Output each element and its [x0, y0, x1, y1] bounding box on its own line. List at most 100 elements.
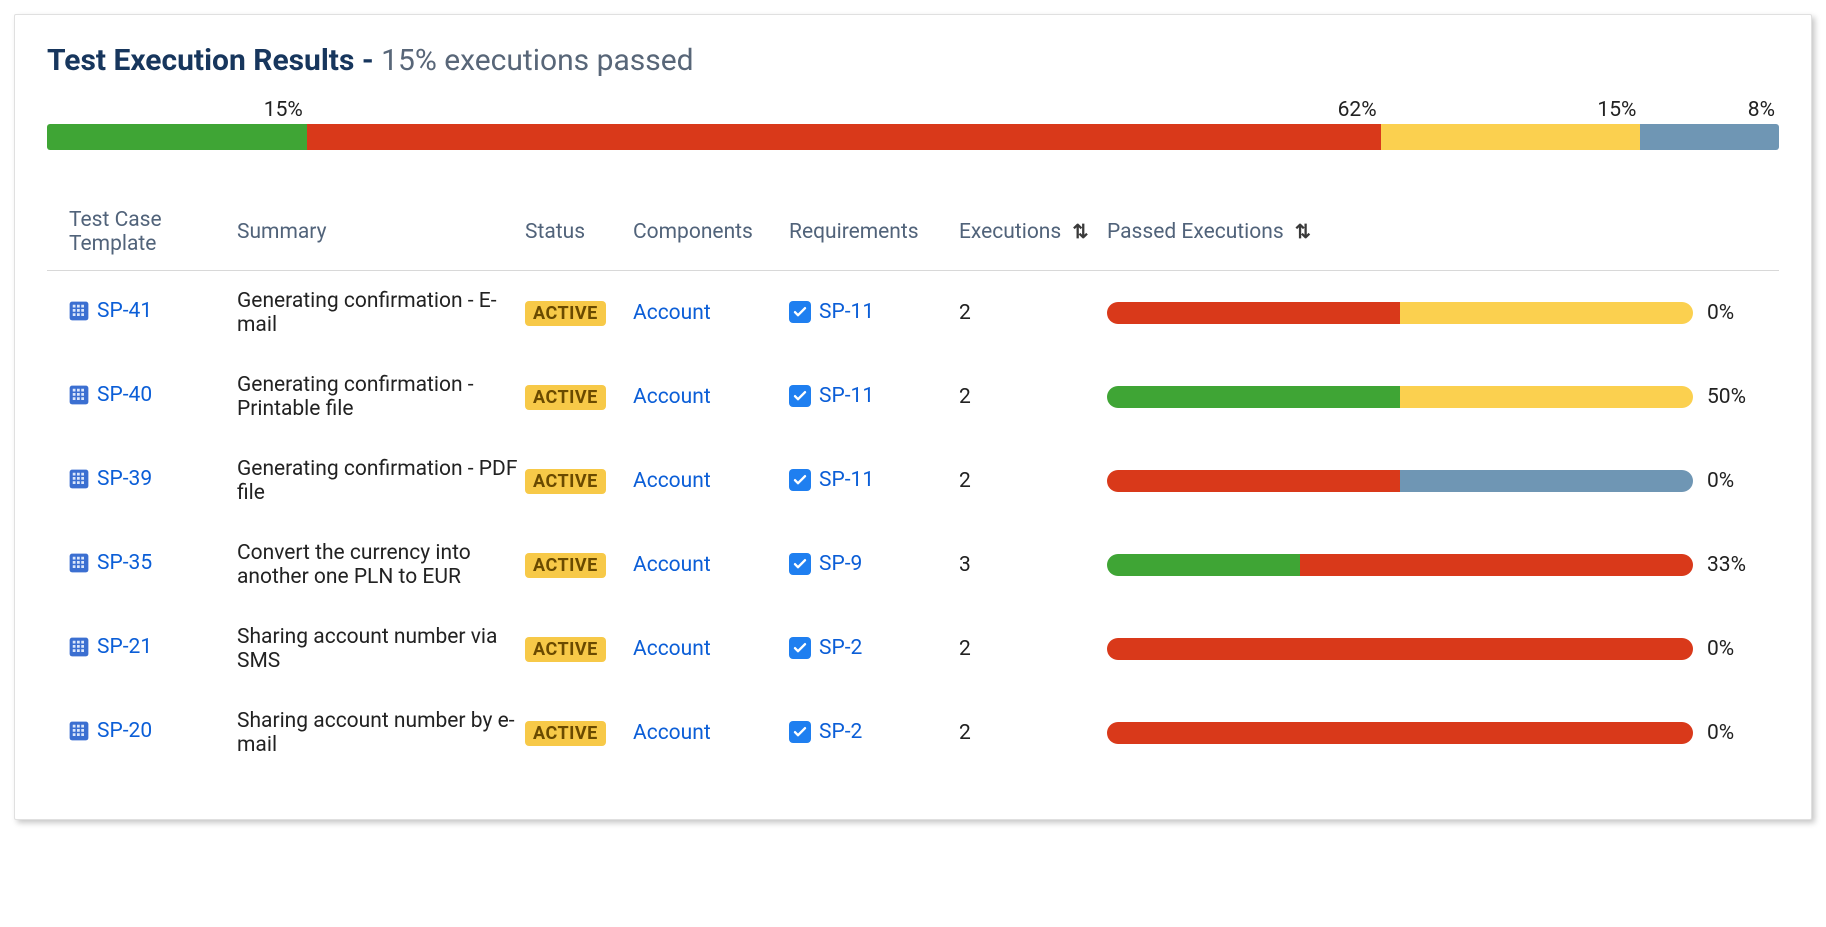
passed-executions-bar	[1107, 722, 1693, 744]
test-case-icon	[69, 469, 89, 489]
requirement-link[interactable]: SP-2	[789, 720, 862, 744]
checkbox-icon	[789, 301, 811, 323]
passed-pct-cell: 0%	[1707, 721, 1779, 745]
col-header-requirements[interactable]: Requirements	[789, 220, 959, 244]
status-badge: ACTIVE	[525, 301, 606, 326]
results-table: Test Case Template Summary Status Compon…	[47, 200, 1779, 775]
passed-executions-bar	[1107, 302, 1693, 324]
requirement-id: SP-2	[819, 720, 862, 744]
overall-segment-label: 15%	[47, 98, 307, 124]
bar-segment	[1300, 554, 1693, 576]
component-link[interactable]: Account	[633, 637, 711, 661]
table-row: SP-40 Generating confirmation - Printable…	[47, 355, 1779, 439]
test-case-icon	[69, 721, 89, 741]
passed-pct-cell: 50%	[1707, 385, 1779, 409]
col-header-passed[interactable]: Passed Executions ⇅	[1107, 220, 1779, 244]
test-case-link[interactable]: SP-40	[69, 383, 152, 407]
passed-pct-cell: 33%	[1707, 553, 1779, 577]
bar-segment	[1107, 302, 1400, 324]
component-link[interactable]: Account	[633, 721, 711, 745]
test-case-link[interactable]: SP-39	[69, 467, 152, 491]
bar-segment	[1400, 302, 1693, 324]
checkbox-icon	[789, 469, 811, 491]
overall-segment	[1381, 124, 1641, 150]
requirement-link[interactable]: SP-9	[789, 552, 862, 576]
executions-cell: 3	[959, 553, 1107, 577]
passed-executions-bar	[1107, 638, 1693, 660]
test-case-link[interactable]: SP-20	[69, 719, 152, 743]
requirement-link[interactable]: SP-11	[789, 468, 874, 492]
passed-pct-cell: 0%	[1707, 301, 1779, 325]
checkbox-icon	[789, 385, 811, 407]
col-header-executions-label: Executions	[959, 220, 1061, 244]
test-case-icon	[69, 385, 89, 405]
bar-segment	[1400, 470, 1693, 492]
summary-cell: Convert the currency into another one PL…	[237, 541, 525, 589]
requirement-id: SP-11	[819, 468, 874, 492]
col-header-components[interactable]: Components	[633, 220, 789, 244]
status-badge: ACTIVE	[525, 553, 606, 578]
test-case-id: SP-40	[97, 383, 152, 407]
test-case-link[interactable]: SP-41	[69, 299, 152, 323]
passed-pct-cell: 0%	[1707, 469, 1779, 493]
overall-segment-label: 62%	[307, 98, 1381, 124]
test-case-id: SP-41	[97, 299, 152, 323]
col-header-template[interactable]: Test Case Template	[47, 208, 237, 256]
summary-cell: Generating confirmation - E-mail	[237, 289, 525, 337]
requirement-link[interactable]: SP-11	[789, 384, 874, 408]
component-link[interactable]: Account	[633, 301, 711, 325]
summary-cell: Sharing account number via SMS	[237, 625, 525, 673]
checkbox-icon	[789, 721, 811, 743]
test-case-link[interactable]: SP-21	[69, 635, 152, 659]
executions-cell: 2	[959, 385, 1107, 409]
sort-icon[interactable]: ⇅	[1072, 220, 1088, 243]
bar-segment	[1107, 638, 1693, 660]
passed-executions-bar	[1107, 386, 1693, 408]
test-case-id: SP-20	[97, 719, 152, 743]
test-case-id: SP-21	[97, 635, 152, 659]
test-case-link[interactable]: SP-35	[69, 551, 152, 575]
summary-cell: Generating confirmation - Printable file	[237, 373, 525, 421]
test-case-id: SP-39	[97, 467, 152, 491]
requirement-id: SP-9	[819, 552, 862, 576]
col-header-status[interactable]: Status	[525, 220, 633, 244]
requirement-link[interactable]: SP-11	[789, 300, 874, 324]
bar-segment	[1107, 554, 1300, 576]
test-case-icon	[69, 301, 89, 321]
sort-icon[interactable]: ⇅	[1295, 220, 1311, 243]
bar-segment	[1107, 470, 1400, 492]
passed-executions-bar	[1107, 554, 1693, 576]
bar-segment	[1107, 386, 1400, 408]
col-header-passed-label: Passed Executions	[1107, 220, 1284, 244]
overall-progress: 15%62%15%8%	[47, 98, 1779, 150]
component-link[interactable]: Account	[633, 385, 711, 409]
page-title-sub: 15% executions passed	[381, 43, 693, 78]
checkbox-icon	[789, 637, 811, 659]
component-link[interactable]: Account	[633, 469, 711, 493]
test-case-icon	[69, 553, 89, 573]
requirement-id: SP-2	[819, 636, 862, 660]
overall-segment-label: 15%	[1381, 98, 1641, 124]
col-header-executions[interactable]: Executions ⇅	[959, 220, 1107, 244]
requirement-link[interactable]: SP-2	[789, 636, 862, 660]
passed-pct-cell: 0%	[1707, 637, 1779, 661]
checkbox-icon	[789, 553, 811, 575]
table-row: SP-41 Generating confirmation - E-mailACT…	[47, 271, 1779, 355]
overall-segment	[307, 124, 1381, 150]
overall-segment	[1640, 124, 1779, 150]
table-row: SP-20Sharing account number by e-mailACT…	[47, 691, 1779, 775]
overall-segment-label: 8%	[1640, 98, 1779, 124]
component-link[interactable]: Account	[633, 553, 711, 577]
page-title-main: Test Execution Results	[47, 43, 354, 78]
requirement-id: SP-11	[819, 384, 874, 408]
executions-cell: 2	[959, 637, 1107, 661]
executions-cell: 2	[959, 469, 1107, 493]
status-badge: ACTIVE	[525, 469, 606, 494]
summary-cell: Sharing account number by e-mail	[237, 709, 525, 757]
col-header-summary[interactable]: Summary	[237, 220, 525, 244]
executions-cell: 2	[959, 721, 1107, 745]
requirement-id: SP-11	[819, 300, 874, 324]
test-execution-results-panel: Test Execution Results - 15% executions …	[14, 14, 1812, 820]
test-case-icon	[69, 637, 89, 657]
overall-segment	[47, 124, 307, 150]
